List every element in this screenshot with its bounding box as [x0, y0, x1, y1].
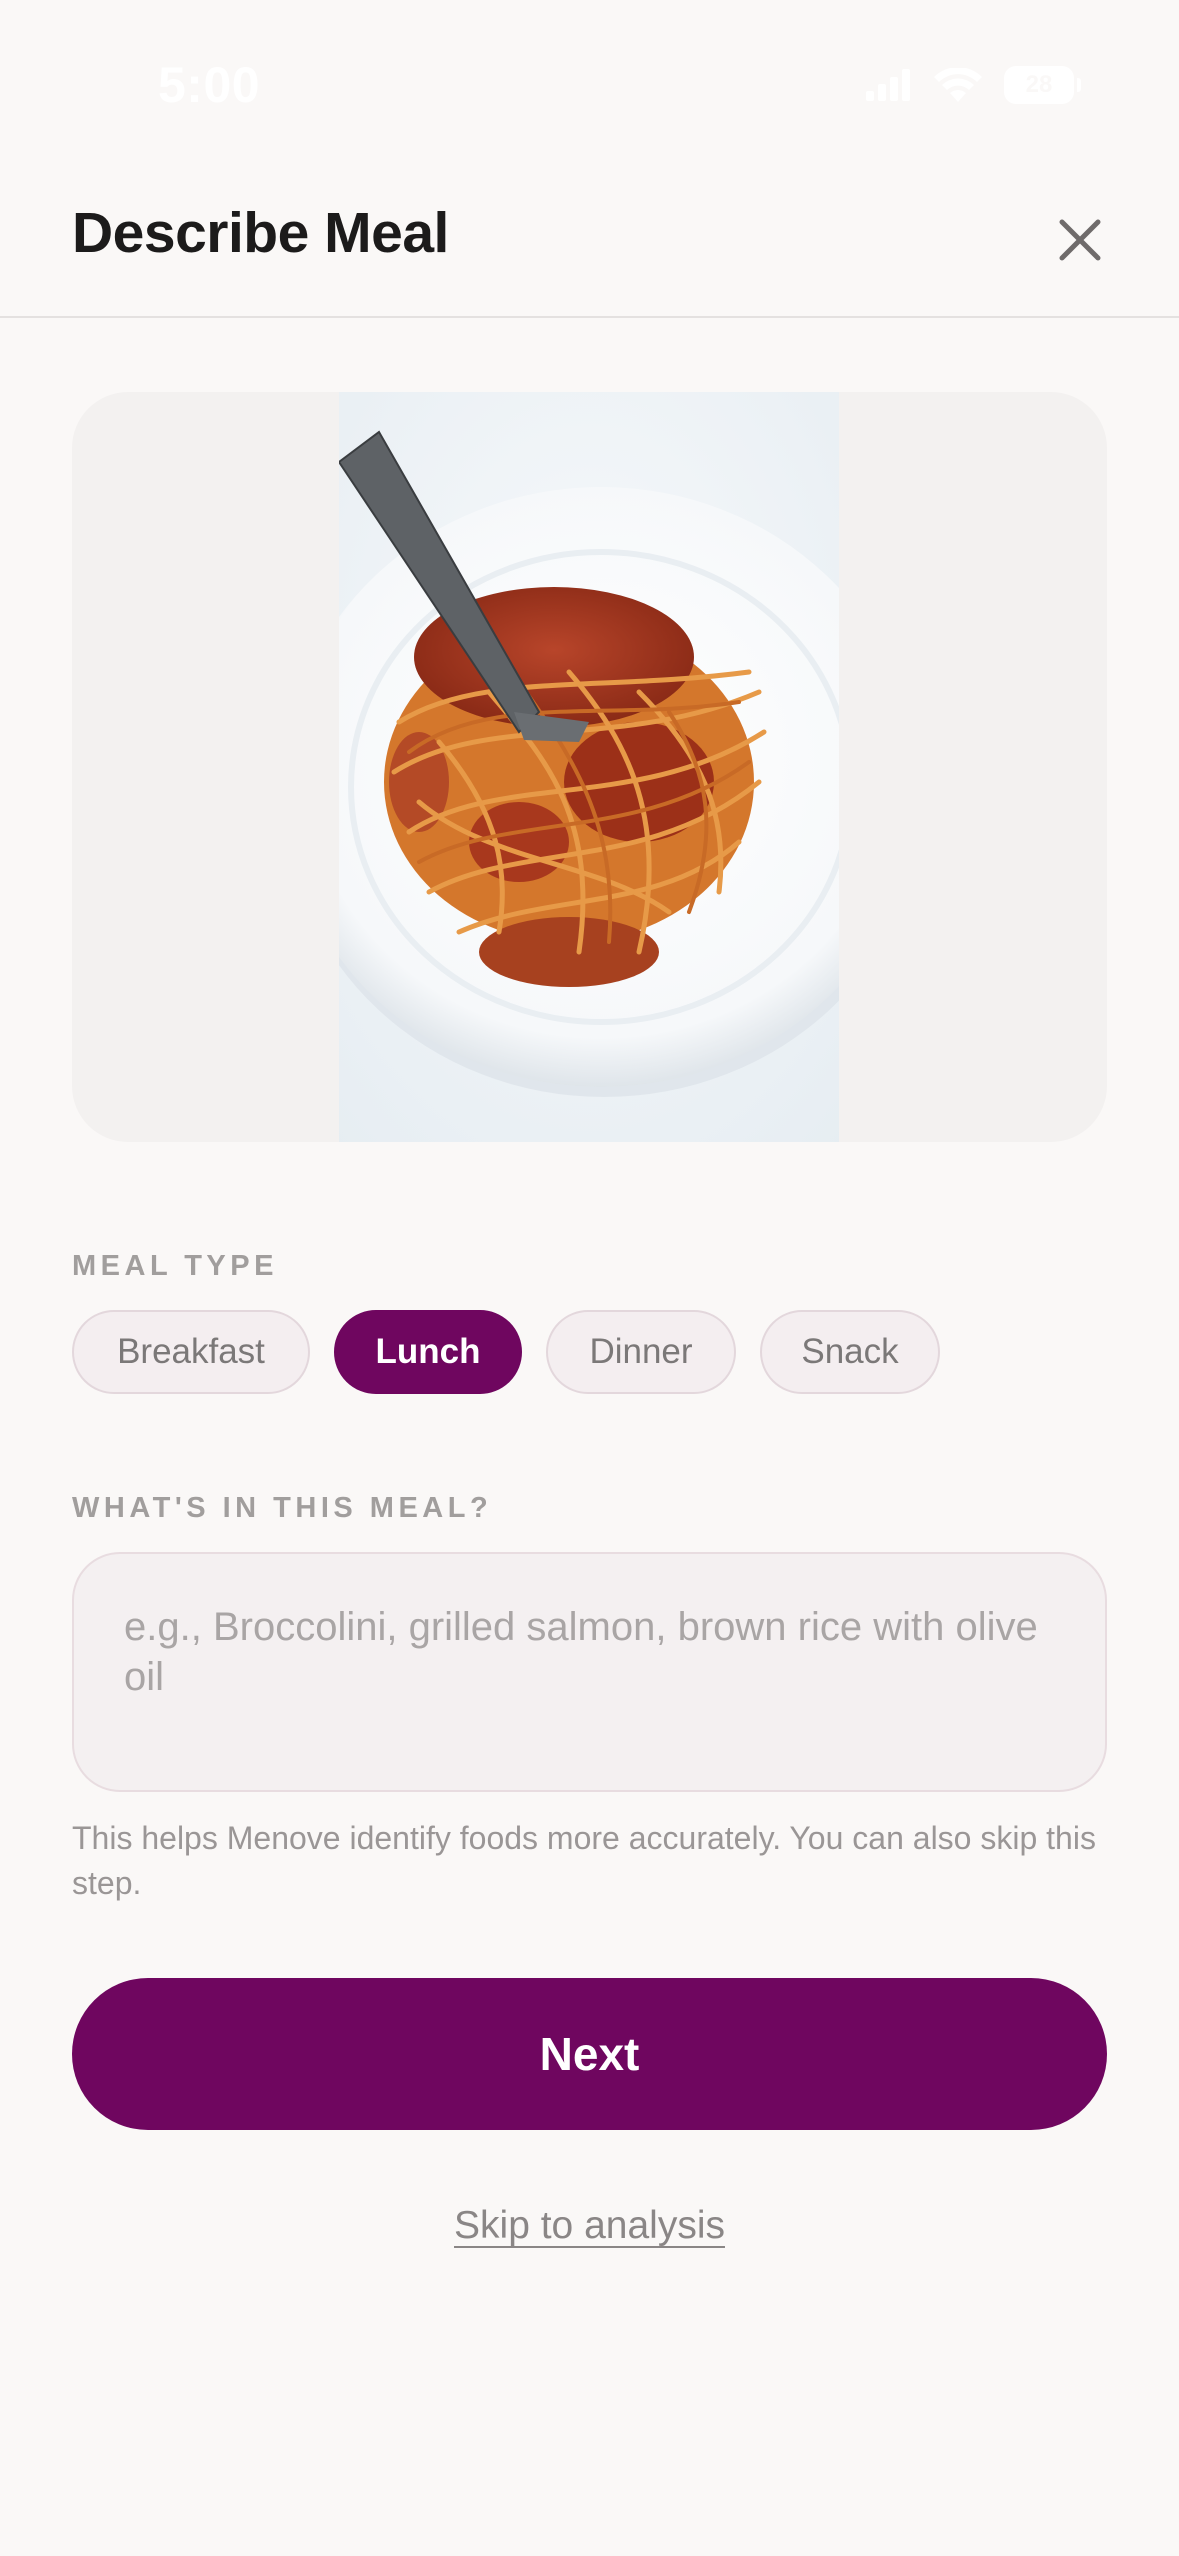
meal-type-label: MEAL TYPE [72, 1250, 278, 1282]
meal-type-chip-breakfast[interactable]: Breakfast [72, 1310, 310, 1394]
status-bar: 5:00 28 [0, 0, 1179, 150]
skip-to-analysis-label: Skip to analysis [454, 2204, 725, 2247]
helper-text: This helps Menove identify foods more ac… [72, 1820, 1096, 1901]
wifi-icon [934, 68, 982, 102]
skip-to-analysis-link[interactable]: Skip to analysis [0, 2204, 1179, 2248]
describe-meal-screen: 5:00 28 Describe Meal MEAL TYPE Breakfas… [0, 0, 1179, 2556]
meal-photo [283, 392, 924, 1142]
header: Describe Meal [0, 150, 1179, 318]
page-title: Describe Meal [72, 201, 449, 265]
close-icon [1059, 219, 1101, 261]
meal-description-label: WHAT'S IN THIS MEAL? [72, 1492, 493, 1524]
meal-type-chip-snack[interactable]: Snack [760, 1310, 940, 1394]
meal-description-field: e.g., Broccolini, grilled salmon, brown … [72, 1552, 1107, 1792]
meal-type-chip-dinner[interactable]: Dinner [546, 1310, 736, 1394]
battery-icon: 28 [1004, 66, 1081, 104]
spaghetti-plate-image [283, 392, 924, 1142]
meal-description-input[interactable] [72, 1552, 1107, 1792]
close-button[interactable] [1052, 212, 1108, 268]
status-time: 5:00 [158, 57, 261, 113]
next-button[interactable]: Next [72, 1978, 1107, 2130]
meal-type-chip-lunch[interactable]: Lunch [334, 1310, 522, 1394]
status-icons: 28 [866, 66, 1081, 104]
meal-photo-card [72, 392, 1107, 1142]
cellular-signal-icon [866, 69, 910, 101]
